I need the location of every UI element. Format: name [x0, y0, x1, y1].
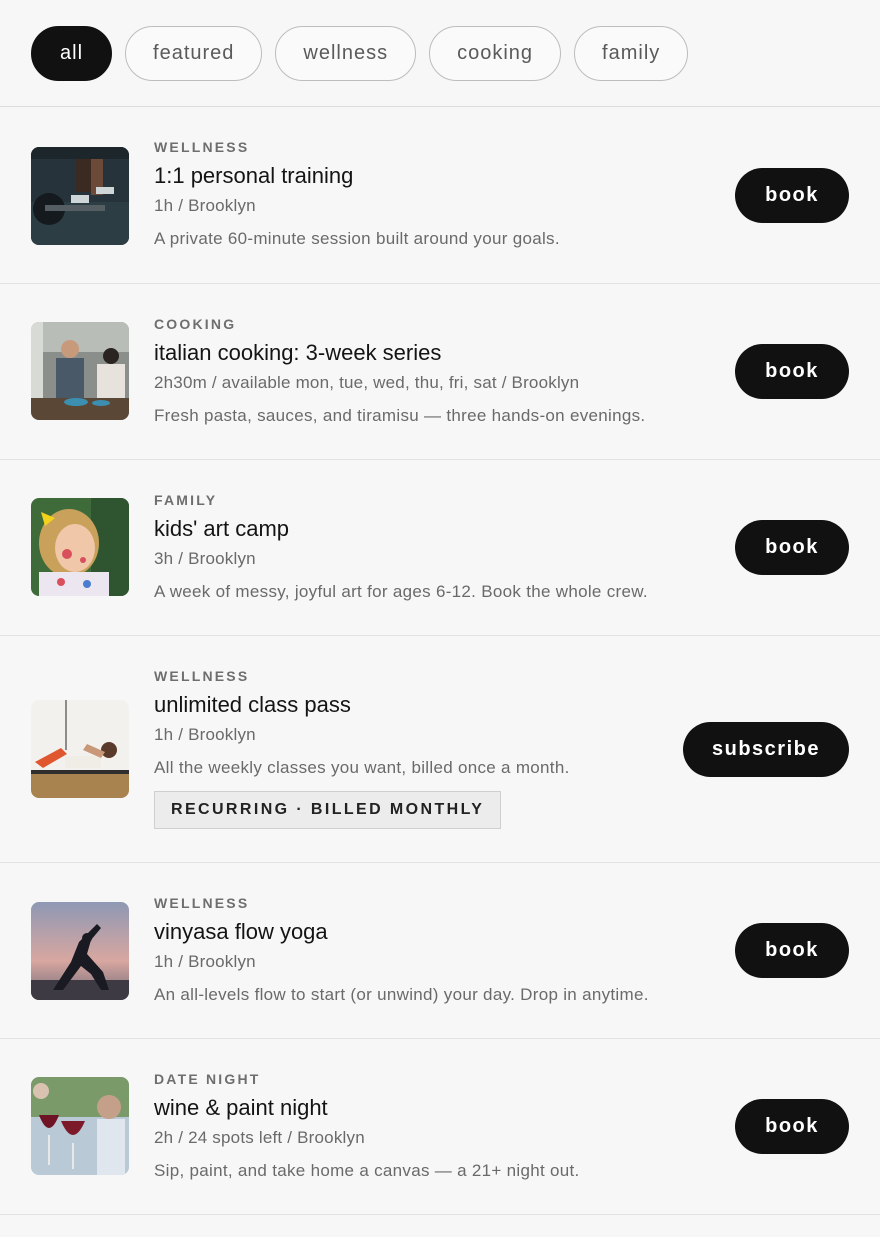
listing-row: FAMILY kids' art camp 3h / Brooklyn A we… [0, 460, 880, 636]
listing-category: WELLNESS [154, 895, 250, 911]
listing-title[interactable]: 1:1 personal training [154, 162, 560, 190]
class-pass-photo [31, 700, 129, 798]
filter-pill-family[interactable]: family [574, 25, 689, 81]
listing-info: WELLNESS unlimited class pass 1h / Brook… [154, 667, 570, 829]
book-button[interactable]: book [735, 1099, 849, 1154]
book-button[interactable]: book [735, 168, 849, 223]
listing-category: DATE NIGHT [154, 1071, 261, 1087]
listing-meta: 1h / Brooklyn [154, 196, 256, 215]
listing-description: Fresh pasta, sauces, and tiramisu — thre… [154, 406, 646, 425]
listing-meta: 2h30m / available mon, tue, wed, thu, fr… [154, 373, 580, 392]
listing-description: All the weekly classes you want, billed … [154, 758, 570, 777]
yoga-photo [31, 902, 129, 1000]
cooking-class-photo [31, 322, 129, 420]
filter-pill-wellness[interactable]: wellness [275, 25, 417, 81]
listing-meta: 1h / Brooklyn [154, 725, 256, 744]
listing-description: A week of messy, joyful art for ages 6-1… [154, 582, 648, 601]
listing-info: WELLNESS vinyasa flow yoga 1h / Brooklyn… [154, 894, 649, 1006]
listing-meta: 3h / Brooklyn [154, 549, 256, 568]
listing-info: FAMILY kids' art camp 3h / Brooklyn A we… [154, 491, 648, 603]
listing-description: An all-levels flow to start (or unwind) … [154, 985, 649, 1004]
filter-pill-all[interactable]: all [31, 25, 113, 81]
listing-row: COOKING italian cooking: 3-week series 2… [0, 284, 880, 460]
listing-meta: 2h / 24 spots left / Brooklyn [154, 1128, 365, 1147]
subscribe-button[interactable]: subscribe [683, 722, 849, 777]
book-button[interactable]: book [735, 923, 849, 978]
listing-description: A private 60-minute session built around… [154, 229, 560, 248]
listing-category: FAMILY [154, 492, 218, 508]
listing-row: DATE NIGHT wine & paint night 2h / 24 sp… [0, 1039, 880, 1215]
filter-pill-cooking[interactable]: cooking [429, 25, 562, 81]
listing-title[interactable]: kids' art camp [154, 515, 648, 543]
listing-title[interactable]: unlimited class pass [154, 691, 570, 719]
book-button[interactable]: book [735, 344, 849, 399]
listing-row: WELLNESS 1:1 personal training 1h / Broo… [0, 107, 880, 284]
listing-category: WELLNESS [154, 139, 250, 155]
filter-pill-featured[interactable]: featured [125, 25, 263, 81]
listing-info: COOKING italian cooking: 3-week series 2… [154, 315, 645, 427]
recurring-badge: RECURRING · BILLED MONTHLY [154, 791, 502, 829]
listing-description: Sip, paint, and take home a canvas — a 2… [154, 1161, 580, 1180]
wine-paint-photo [31, 1077, 129, 1175]
listing-category: WELLNESS [154, 668, 250, 684]
listing-info: DATE NIGHT wine & paint night 2h / 24 sp… [154, 1070, 580, 1182]
kids-art-photo [31, 498, 129, 596]
filter-bar: all featured wellness cooking family [0, 0, 880, 107]
listing-row: WELLNESS vinyasa flow yoga 1h / Brooklyn… [0, 863, 880, 1039]
listing-category: COOKING [154, 316, 237, 332]
listing-title[interactable]: vinyasa flow yoga [154, 918, 649, 946]
listing-title[interactable]: wine & paint night [154, 1094, 580, 1122]
personal-training-photo [31, 147, 129, 245]
listing-title[interactable]: italian cooking: 3-week series [154, 339, 645, 367]
book-button[interactable]: book [735, 520, 849, 575]
listing-info: WELLNESS 1:1 personal training 1h / Broo… [154, 138, 560, 250]
listing-row: WELLNESS unlimited class pass 1h / Brook… [0, 636, 880, 863]
listing-meta: 1h / Brooklyn [154, 952, 256, 971]
